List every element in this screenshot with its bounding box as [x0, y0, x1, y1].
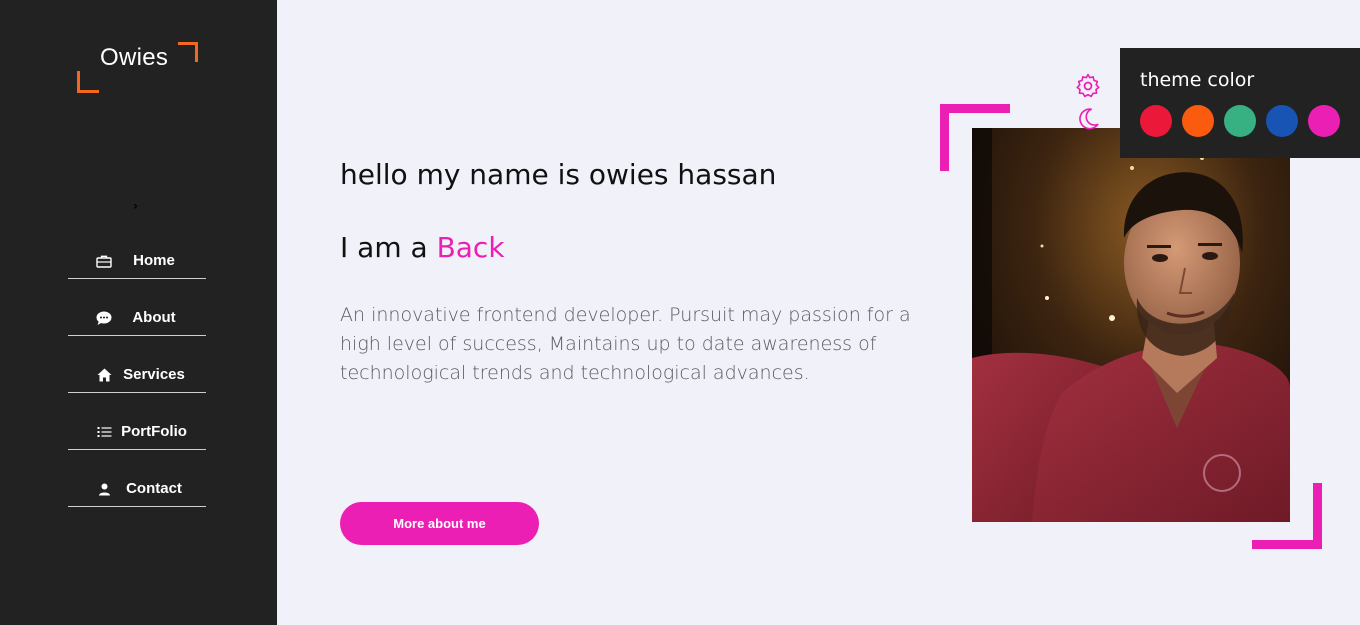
nav-toggle-chevron-icon[interactable]: ›	[133, 199, 138, 213]
hero-greeting: hello my name is owies hassan	[340, 158, 777, 191]
dark-mode-moon-icon[interactable]	[1075, 106, 1101, 132]
hero-role-typed: Back	[436, 231, 505, 264]
nav-label-services: Services	[123, 366, 185, 383]
profile-photo	[972, 128, 1290, 522]
theme-color-title: theme color	[1140, 69, 1255, 91]
color-swatch-orange[interactable]	[1182, 105, 1214, 137]
nav-item-about[interactable]: About	[68, 300, 206, 336]
logo-text[interactable]: Owies	[100, 44, 168, 72]
more-about-me-button[interactable]: More about me	[340, 502, 539, 545]
nav-label-home: Home	[133, 252, 175, 269]
settings-gear-icon[interactable]	[1075, 73, 1101, 99]
theme-color-swatches	[1140, 105, 1340, 137]
nav-item-home[interactable]: Home	[68, 243, 206, 279]
hero-role-prefix: I am a	[340, 231, 437, 264]
logo-corner-bottom-left	[77, 71, 99, 93]
color-swatch-red[interactable]	[1140, 105, 1172, 137]
nav-item-contact[interactable]: Contact	[68, 471, 206, 507]
logo[interactable]: Owies	[77, 42, 198, 93]
theme-color-switcher: theme color	[1120, 48, 1360, 158]
logo-corner-top-right	[178, 42, 198, 62]
color-swatch-green[interactable]	[1224, 105, 1256, 137]
nav-label-portfolio: PortFolio	[121, 423, 187, 440]
hero-bio: An innovative frontend developer. Pursui…	[340, 304, 911, 384]
color-swatch-blue[interactable]	[1266, 105, 1298, 137]
nav-label-contact: Contact	[126, 480, 182, 497]
color-swatch-pink[interactable]	[1308, 105, 1340, 137]
hero-role-line: I am a Back	[340, 231, 505, 264]
nav-label-about: About	[132, 309, 176, 326]
main-nav: Home About Services PortFolio Contact	[68, 243, 206, 528]
nav-item-portfolio[interactable]: PortFolio	[68, 414, 206, 450]
nav-item-services[interactable]: Services	[68, 357, 206, 393]
sidebar: Owies › Home About Services PortFolio Co…	[0, 0, 277, 625]
